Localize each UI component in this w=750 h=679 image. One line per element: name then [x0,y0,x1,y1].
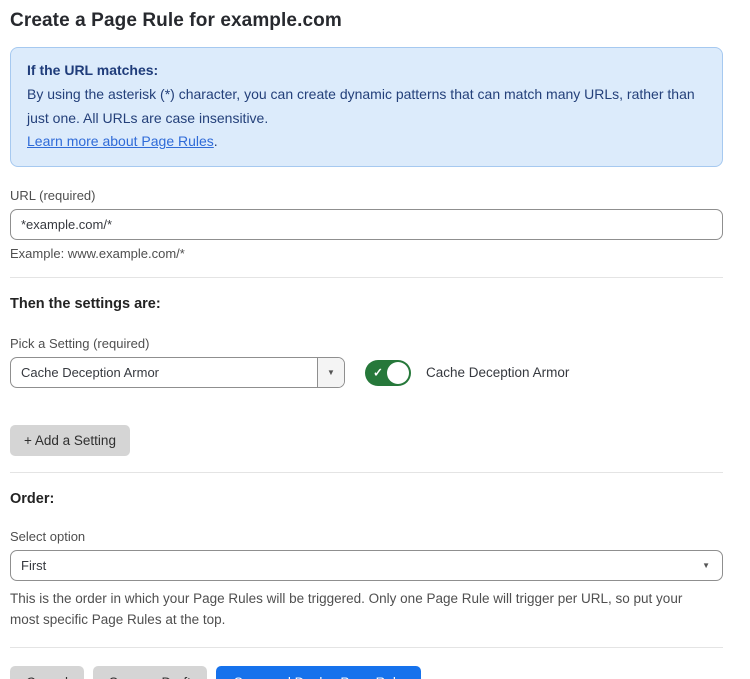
info-box-heading: If the URL matches: [27,59,706,83]
info-box-body: By using the asterisk (*) character, you… [27,83,706,131]
order-select-value: First [21,558,702,573]
url-input[interactable] [10,209,723,240]
page-rule-form: Create a Page Rule for example.com If th… [10,0,723,679]
learn-more-link[interactable]: Learn more about Page Rules [27,133,214,149]
chevron-down-icon: ▼ [327,369,335,377]
divider [10,277,723,278]
cancel-button[interactable]: Cancel [10,666,84,679]
info-box-link-line: Learn more about Page Rules. [27,130,706,154]
url-field-helper: Example: www.example.com/* [10,246,723,261]
toggle-label: Cache Deception Armor [426,365,569,380]
order-helper-text: This is the order in which your Page Rul… [10,589,710,631]
settings-section-heading: Then the settings are: [10,296,723,312]
order-section-heading: Order: [10,491,723,507]
divider [10,647,723,648]
setting-select-value: Cache Deception Armor [11,358,317,387]
check-icon: ✓ [373,365,383,379]
order-select-label: Select option [10,529,723,544]
setting-row: Cache Deception Armor ▼ ✓ Cache Deceptio… [10,357,723,388]
footer-actions: Cancel Save as Draft Save and Deploy Pag… [10,666,723,679]
chevron-down-icon: ▼ [702,562,710,570]
order-select[interactable]: First ▼ [10,550,723,581]
cache-deception-armor-toggle[interactable]: ✓ [365,360,411,386]
url-field-label: URL (required) [10,188,723,203]
setting-select-arrow-button[interactable]: ▼ [317,358,344,387]
save-as-draft-button[interactable]: Save as Draft [93,666,207,679]
save-and-deploy-button[interactable]: Save and Deploy Page Rule [216,666,422,679]
page-title: Create a Page Rule for example.com [10,10,723,32]
pick-setting-label: Pick a Setting (required) [10,336,723,351]
toggle-knob [387,362,409,384]
link-suffix: . [214,133,218,149]
divider [10,472,723,473]
add-setting-button[interactable]: + Add a Setting [10,425,130,456]
url-match-info-box: If the URL matches: By using the asteris… [10,47,723,167]
setting-select[interactable]: Cache Deception Armor ▼ [10,357,345,388]
